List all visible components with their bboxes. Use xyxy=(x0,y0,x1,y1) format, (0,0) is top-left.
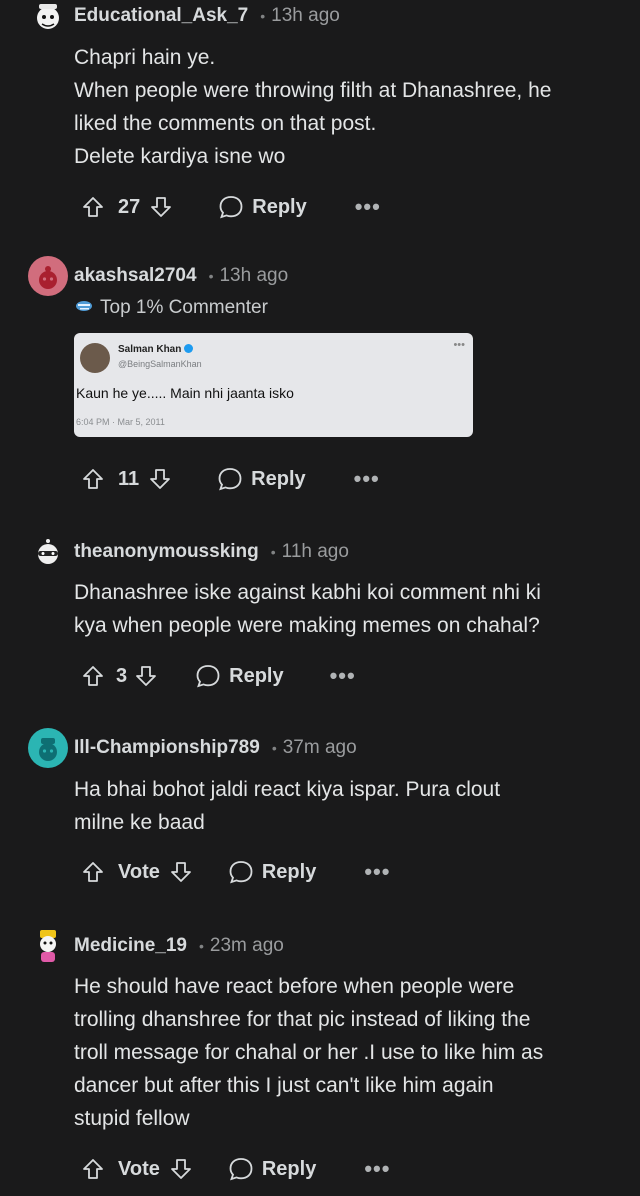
reply-button[interactable]: Reply xyxy=(228,859,316,885)
more-options-icon[interactable]: ••• xyxy=(330,663,356,689)
comment-line: Chapri hain ye. xyxy=(74,46,216,69)
reply-button[interactable]: Reply xyxy=(228,1156,316,1182)
comment-body: Chapri hain ye. When people were throwin… xyxy=(74,41,614,173)
upvote-icon[interactable] xyxy=(80,194,106,220)
username[interactable]: Ill-Championship789 xyxy=(74,737,260,759)
comment-header: Educational_Ask_7 • 13h ago xyxy=(28,0,340,36)
comment-actions: 27 Reply ••• xyxy=(80,192,381,222)
comment-bubble-icon xyxy=(228,1156,254,1182)
comment-actions: 11 Reply ••• xyxy=(80,464,380,494)
reply-button[interactable]: Reply xyxy=(218,194,307,220)
separator-dot: • xyxy=(208,268,214,284)
avatar[interactable] xyxy=(28,256,68,296)
tweet-more-icon: ••• xyxy=(453,339,465,351)
separator-dot: • xyxy=(199,938,204,954)
reply-label: Reply xyxy=(252,195,307,218)
comment-line: He should have react before when people … xyxy=(74,975,515,998)
avatar[interactable] xyxy=(28,532,68,572)
comment-actions: Vote Reply ••• xyxy=(80,1154,390,1184)
downvote-icon[interactable] xyxy=(147,466,173,492)
separator-dot: • xyxy=(270,544,276,560)
timestamp: 23m ago xyxy=(209,935,284,956)
comment-body: Ha bhai bohot jaldi react kiya ispar. Pu… xyxy=(74,773,614,839)
comment-bubble-icon xyxy=(228,859,254,885)
timestamp: 13h ago xyxy=(271,5,340,26)
more-options-icon[interactable]: ••• xyxy=(364,859,390,885)
reply-label: Reply xyxy=(229,664,284,687)
comment-body: Dhanashree iske against kabhi koi commen… xyxy=(74,576,614,642)
comment-line: liked the comments on that post. xyxy=(74,112,377,135)
tweet-text: Kaun he ye..... Main nhi jaanta isko xyxy=(76,385,294,401)
timestamp: 37m ago xyxy=(282,737,357,758)
timestamp: 11h ago xyxy=(281,541,349,562)
comment-bubble-icon xyxy=(218,194,244,220)
downvote-icon[interactable] xyxy=(168,1156,194,1182)
comment-line: stupid fellow xyxy=(74,1107,190,1130)
vote-label: Vote xyxy=(118,860,160,883)
downvote-icon[interactable] xyxy=(133,663,159,689)
comment-body: He should have react before when people … xyxy=(74,970,614,1135)
username[interactable]: Medicine_19 xyxy=(74,935,187,957)
more-options-icon[interactable]: ••• xyxy=(355,194,381,220)
comment-line: dancer but after this I just can't like … xyxy=(74,1074,494,1097)
reply-label: Reply xyxy=(261,1157,317,1180)
upvote-icon[interactable] xyxy=(80,466,106,492)
reply-button[interactable]: Reply xyxy=(217,466,306,492)
username[interactable]: akashsal2704 xyxy=(74,265,197,287)
username[interactable]: theanonymoussking xyxy=(74,541,259,563)
comment-header: Ill-Championship789 • 37m ago xyxy=(28,728,357,768)
verified-icon xyxy=(184,344,194,353)
vote-count: 3 xyxy=(116,664,128,687)
comment-line: troll message for chahal or her .I use t… xyxy=(74,1041,544,1064)
avatar[interactable] xyxy=(28,926,68,966)
upvote-icon[interactable] xyxy=(80,859,106,885)
downvote-icon[interactable] xyxy=(168,859,194,885)
separator-dot: • xyxy=(260,8,266,24)
flair-label: Top 1% Commenter xyxy=(100,297,268,318)
more-options-icon[interactable]: ••• xyxy=(354,466,380,492)
comment-actions: 3 Reply ••• xyxy=(80,661,356,691)
timestamp: 13h ago xyxy=(219,265,289,286)
avatar[interactable] xyxy=(28,728,68,768)
reply-label: Reply xyxy=(261,860,317,883)
comment-bubble-icon xyxy=(195,663,221,689)
avatar[interactable] xyxy=(28,0,68,36)
comment-line: milne ke baad xyxy=(74,811,205,834)
comment-line: When people were throwing filth at Dhana… xyxy=(74,79,552,102)
more-options-icon[interactable]: ••• xyxy=(364,1156,390,1182)
reply-button[interactable]: Reply xyxy=(195,663,284,689)
vote-count: 27 xyxy=(118,195,141,218)
upvote-icon[interactable] xyxy=(80,1156,106,1182)
vote-count: 11 xyxy=(118,467,140,490)
username[interactable]: Educational_Ask_7 xyxy=(74,5,248,27)
comment-bubble-icon xyxy=(217,466,243,492)
comment-line: kya when people were making memes on cha… xyxy=(74,614,540,637)
vote-label: Vote xyxy=(118,1157,160,1180)
separator-dot: • xyxy=(271,740,277,756)
comment-header: akashsal2704 • 13h ago xyxy=(28,256,288,296)
reply-label: Reply xyxy=(251,467,306,490)
downvote-icon[interactable] xyxy=(148,194,174,220)
tweet-author: Salman Khan xyxy=(118,344,194,355)
comment-actions: Vote Reply ••• xyxy=(80,857,390,887)
tweet-avatar xyxy=(80,343,110,373)
comment-line: trolling dhanshree for that pic instead … xyxy=(74,1008,531,1031)
tweet-handle: @BeingSalmanKhan xyxy=(118,359,202,369)
top-commenter-icon xyxy=(74,296,94,320)
comment-header: theanonymoussking • 11h ago xyxy=(28,532,349,572)
upvote-icon[interactable] xyxy=(80,663,106,689)
embedded-tweet-image[interactable]: Salman Khan @BeingSalmanKhan Kaun he ye.… xyxy=(74,333,473,437)
comment-header: Medicine_19 • 23m ago xyxy=(28,926,284,966)
comment-line: Ha bhai bohot jaldi react kiya ispar. Pu… xyxy=(74,778,501,801)
comment-line: Delete kardiya isne wo xyxy=(74,145,286,168)
user-flair: Top 1% Commenter xyxy=(74,296,268,320)
tweet-date: 6:04 PM · Mar 5, 2011 xyxy=(76,417,165,427)
comment-line: Dhanashree iske against kabhi koi commen… xyxy=(74,581,541,604)
